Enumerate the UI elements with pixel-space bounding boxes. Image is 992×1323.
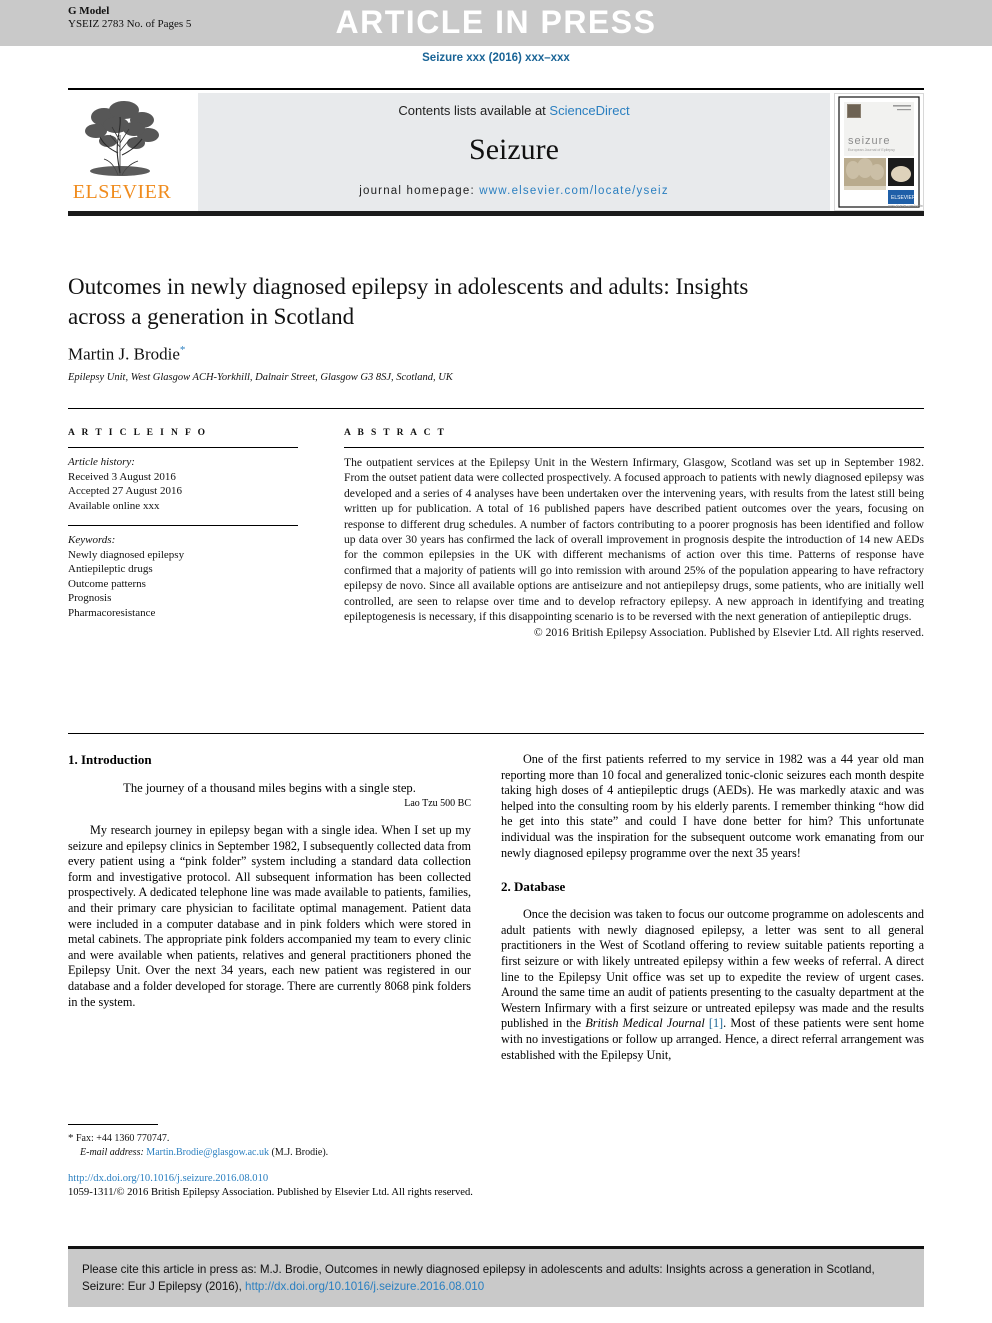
article-in-press-title: ARTICLE IN PRESS [335,4,657,40]
issn-copyright-line: 1059-1311/© 2016 British Epilepsy Associ… [68,1187,473,1198]
available-online-date: Available online xxx [68,499,160,512]
keyword-item: Pharmacoresistance [68,606,156,619]
author-name: Martin J. Brodie* [68,344,185,365]
contents-prefix: Contents lists available at [398,103,550,118]
homepage-prefix: journal homepage: [359,185,480,197]
footnote-rule [68,1124,158,1125]
journal-homepage-link[interactable]: www.elsevier.com/locate/yseiz [479,185,668,197]
accepted-date: Accepted 27 August 2016 [68,485,182,497]
abstract-column: A B S T R A C T The outpatient services … [344,428,924,641]
corresponding-author-marker: * [179,344,186,356]
keywords-rule [68,525,298,526]
footnote-fax-line: * Fax: +44 1360 770747. [68,1131,471,1146]
page-title: Outcomes in newly diagnosed epilepsy in … [68,274,749,329]
citation-doi-link[interactable]: http://dx.doi.org/10.1016/j.seizure.2016… [245,1280,484,1293]
keyword-item: Newly diagnosed epilepsy [68,548,185,561]
database-text-a: Once the decision was taken to focus our… [501,907,924,1031]
title-separator-rule [68,408,924,409]
introduction-paragraph-2: One of the first patients referred to my… [501,752,924,860]
running-head: Seizure xxx (2016) xxx–xxx [422,52,570,64]
received-date: Received 3 August 2016 [68,470,176,483]
author-email-link[interactable]: Martin.Brodie@glasgow.ac.uk [146,1147,269,1158]
article-history-label: Article history: [68,456,135,468]
keywords-block: Keywords: Newly diagnosed epilepsy Antie… [68,533,298,620]
svg-text:seizure: seizure [848,135,890,147]
footnote-block: * Fax: +44 1360 770747. E-mail address: … [68,1131,471,1160]
article-history-block: Article history: Received 3 August 2016 … [68,455,298,513]
introduction-paragraph: My research journey in epilepsy began wi… [68,823,471,1009]
keyword-item: Outcome patterns [68,577,146,590]
elsevier-tree-icon [85,101,159,176]
contents-list-line: Contents lists available at ScienceDirec… [198,103,830,118]
sciencedirect-link[interactable]: ScienceDirect [549,103,629,118]
svg-text:ELSEVIER: ELSEVIER [891,195,916,201]
citation-notice-box: Please cite this article in press as: M.… [68,1246,924,1307]
abstract-copyright: © 2016 British Epilepsy Association. Pub… [533,626,924,640]
doi-link[interactable]: http://dx.doi.org/10.1016/j.seizure.2016… [68,1173,268,1184]
elsevier-logo: ELSEVIER [68,93,176,211]
abstract-rule [344,447,924,448]
keywords-label: Keywords: [68,534,116,546]
journal-cover-thumbnail: seizure European Journal of Epilepsy ELS… [834,93,924,211]
footnote-fax: Fax: +44 1360 770747. [76,1133,170,1144]
journal-homepage-line: journal homepage: www.elsevier.com/locat… [198,185,830,197]
author-affiliation: Epilepsy Unit, West Glasgow ACH-Yorkhill… [68,372,453,383]
database-paragraph: Once the decision was taken to focus our… [501,907,924,1063]
svg-text:European Journal of Epilepsy: European Journal of Epilepsy [848,148,895,152]
keyword-item: Antiepileptic drugs [68,563,153,575]
footnote-marker: * [68,1132,74,1144]
body-column-right: One of the first patients referred to my… [501,752,924,1063]
footnote-email-line: E-mail address: Martin.Brodie@glasgow.ac… [68,1146,471,1160]
reference-link-1[interactable]: [1] [705,1016,723,1030]
masthead-center-panel: Contents lists available at ScienceDirec… [198,93,830,211]
section-heading-database: 2. Database [501,879,566,895]
abstract-text: The outpatient services at the Epilepsy … [344,456,924,624]
article-info-rule [68,447,298,448]
journal-title: Seizure [469,133,559,166]
svg-text:www.elsevier.com/locate/yseiz: www.elsevier.com/locate/yseiz [888,204,923,208]
keyword-item: Prognosis [68,592,112,604]
epigraph-attribution: Lao Tzu 500 BC [404,798,471,809]
email-address-label: E-mail address: [80,1147,144,1158]
epigraph-quote: The journey of a thousand miles begins w… [123,781,416,795]
journal-masthead: ELSEVIER Contents lists available at Sci… [68,88,924,216]
journal-cover-image: seizure European Journal of Epilepsy ELS… [835,94,923,210]
author-label: Martin J. Brodie [68,344,180,364]
article-info-column: A R T I C L E I N F O Article history: R… [68,428,298,620]
doi-block: http://dx.doi.org/10.1016/j.seizure.2016… [68,1172,568,1200]
abstract-heading: A B S T R A C T [344,428,447,438]
body-column-left: 1. Introduction The journey of a thousan… [68,752,471,1010]
elsevier-wordmark: ELSEVIER [72,181,172,203]
email-owner: (M.J. Brodie). [271,1147,329,1158]
article-info-heading: A R T I C L E I N F O [68,428,208,438]
body-separator-rule [68,733,924,734]
journal-citation-name: British Medical Journal [585,1016,705,1031]
masthead-top-rule [68,88,924,90]
masthead-bottom-rule [68,211,924,216]
section-heading-introduction: 1. Introduction [68,752,152,767]
